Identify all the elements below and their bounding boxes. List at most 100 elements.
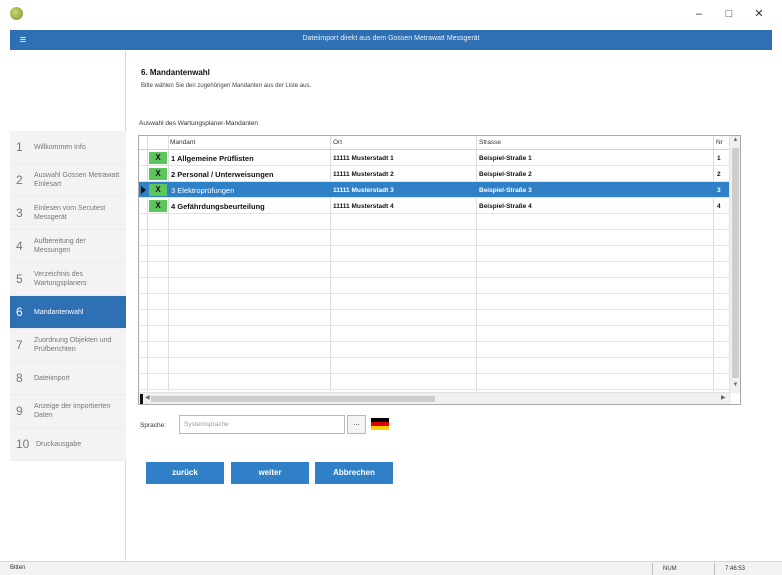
horizontal-scroll-thumb[interactable]	[151, 396, 435, 402]
empty-row	[139, 230, 731, 246]
vertical-scroll-thumb[interactable]	[732, 148, 739, 378]
scroll-left-icon[interactable]: ◀	[145, 394, 150, 401]
empty-row	[139, 294, 731, 310]
step-number: 8	[16, 371, 23, 385]
wizard-step-1[interactable]: 1 Willkommen Info	[10, 131, 126, 164]
german-flag-icon	[371, 418, 389, 430]
step-number: 7	[16, 338, 23, 352]
wizard-step-10[interactable]: 10 Druckausgabe	[10, 428, 126, 461]
status-marker: X	[149, 200, 167, 212]
step-label: Mandantenwahl	[34, 309, 84, 316]
wizard-step-4[interactable]: 4 Aufbereitung der Messungen	[10, 230, 126, 263]
header-title: Dateiimport direkt aus dem Gossen Metraw…	[302, 35, 480, 42]
language-browse-button[interactable]: ...	[347, 415, 366, 434]
table-row[interactable]: X 4 Gefährdungsbeurteilung 11111 Musters…	[139, 198, 731, 214]
cell-nr: 3	[717, 187, 721, 194]
step-label: Zuordnung Objekten und Prüfberichten	[34, 337, 112, 353]
empty-row	[139, 326, 731, 342]
column-header-mandant[interactable]: Mandant	[170, 139, 195, 146]
step-label: Druckausgabe	[36, 441, 82, 448]
cell-nr: 4	[717, 203, 721, 210]
wizard-step-2[interactable]: 2 Auswahl Gossen Metrawatt Einlesart	[10, 164, 126, 197]
table-row-selected[interactable]: X 3 Elektroprüfungen 11111 Musterstadt 3…	[139, 182, 731, 198]
language-value: Systemsprache	[184, 421, 229, 428]
step-number: 9	[16, 404, 23, 418]
cell-strasse: Beispiel-Straße 3	[479, 187, 532, 194]
wizard-step-5[interactable]: 5 Verzeichnis des Wartungsplaners	[10, 263, 126, 296]
column-header-nr[interactable]: Nr	[716, 139, 723, 146]
cell-mandant: 3 Elektroprüfungen	[171, 186, 235, 195]
step-number: 10	[16, 437, 30, 451]
step-number: 5	[16, 272, 23, 286]
empty-row	[139, 278, 731, 294]
vertical-scrollbar[interactable]: ▲ ▼	[729, 136, 740, 393]
mandant-grid[interactable]: Mandant Ort Strasse Nr X 1 Allgemeine Pr…	[138, 135, 741, 405]
scroll-marker	[140, 394, 143, 404]
empty-row	[139, 374, 731, 390]
grid-header: Mandant Ort Strasse Nr	[139, 136, 731, 150]
main-content: 6. Mandantenwahl Bitte wählen Sie den zu…	[127, 51, 772, 561]
wizard-step-7[interactable]: 7 Zuordnung Objekten und Prüfberichten	[10, 329, 126, 362]
step-label: Auswahl Gossen Metrawatt Einlesart	[34, 172, 120, 188]
empty-row	[139, 310, 731, 326]
scroll-down-icon[interactable]: ▼	[730, 382, 740, 388]
status-marker: X	[149, 168, 167, 180]
empty-row	[139, 262, 731, 278]
step-number: 4	[16, 239, 23, 253]
wizard-sidebar: 1 Willkommen Info 2 Auswahl Gossen Metra…	[10, 51, 126, 561]
step-number: 1	[16, 140, 23, 154]
horizontal-scrollbar[interactable]: ◀ ▶	[139, 392, 731, 404]
status-bar: Bitten NUM 7:46:53	[0, 561, 782, 575]
empty-row	[139, 214, 731, 230]
column-header-strasse[interactable]: Strasse	[479, 139, 501, 146]
header-bar: ≡ Dateiimport direkt aus dem Gossen Metr…	[10, 30, 772, 50]
scroll-up-icon[interactable]: ▲	[730, 137, 740, 143]
step-label: Willkommen Info	[34, 144, 86, 151]
cell-nr: 2	[717, 171, 721, 178]
maximize-button[interactable]: □	[719, 6, 739, 22]
cancel-button[interactable]: Abbrechen	[315, 462, 393, 484]
grid-caption: Auswahl des Wartungsplaner-Mandanten	[139, 120, 258, 127]
empty-row	[139, 342, 731, 358]
cell-strasse: Beispiel-Straße 1	[479, 155, 532, 162]
close-button[interactable]: ✕	[749, 6, 769, 22]
wizard-step-list: 1 Willkommen Info 2 Auswahl Gossen Metra…	[10, 131, 126, 461]
scroll-right-icon[interactable]: ▶	[721, 394, 726, 401]
status-marker: X	[149, 152, 167, 164]
cell-mandant: 2 Personal / Unterweisungen	[171, 170, 274, 179]
cell-ort: 11111 Musterstadt 2	[333, 171, 394, 178]
wizard-step-8[interactable]: 8 Dateiimport	[10, 362, 126, 395]
cell-nr: 1	[717, 155, 721, 162]
num-lock-indicator: NUM	[652, 563, 710, 575]
minimize-button[interactable]: –	[689, 6, 709, 22]
cell-strasse: Beispiel-Straße 4	[479, 203, 532, 210]
app-icon	[10, 7, 23, 20]
row-pointer-icon	[141, 186, 146, 194]
page-title: 6. Mandantenwahl	[141, 68, 210, 77]
step-number: 2	[16, 173, 23, 187]
step-label: Anzeige der importierten Daten	[34, 403, 111, 419]
status-text: Bitten	[10, 565, 26, 571]
step-label: Einlesen vom Secutest Messgerät	[34, 205, 106, 221]
cell-ort: 11111 Musterstadt 3	[333, 187, 394, 194]
wizard-step-3[interactable]: 3 Einlesen vom Secutest Messgerät	[10, 197, 126, 230]
empty-row	[139, 358, 731, 374]
step-number: 6	[16, 305, 23, 319]
table-row[interactable]: X 1 Allgemeine Prüflisten 11111 Musterst…	[139, 150, 731, 166]
table-row[interactable]: X 2 Personal / Unterweisungen 11111 Must…	[139, 166, 731, 182]
step-number: 3	[16, 206, 23, 220]
language-label: Sprache:	[140, 422, 167, 429]
cell-mandant: 4 Gefährdungsbeurteilung	[171, 202, 265, 211]
window-titlebar: – □ ✕	[0, 0, 782, 30]
cell-mandant: 1 Allgemeine Prüflisten	[171, 154, 254, 163]
next-button[interactable]: weiter	[231, 462, 309, 484]
cell-ort: 11111 Musterstadt 4	[333, 203, 394, 210]
language-select[interactable]: Systemsprache	[179, 415, 345, 434]
status-marker: X	[149, 184, 167, 196]
column-header-ort[interactable]: Ort	[333, 139, 342, 146]
back-button[interactable]: zurück	[146, 462, 224, 484]
cell-strasse: Beispiel-Straße 2	[479, 171, 532, 178]
wizard-step-6[interactable]: 6 Mandantenwahl	[10, 296, 126, 329]
step-label: Aufbereitung der Messungen	[34, 238, 86, 254]
wizard-step-9[interactable]: 9 Anzeige der importierten Daten	[10, 395, 126, 428]
